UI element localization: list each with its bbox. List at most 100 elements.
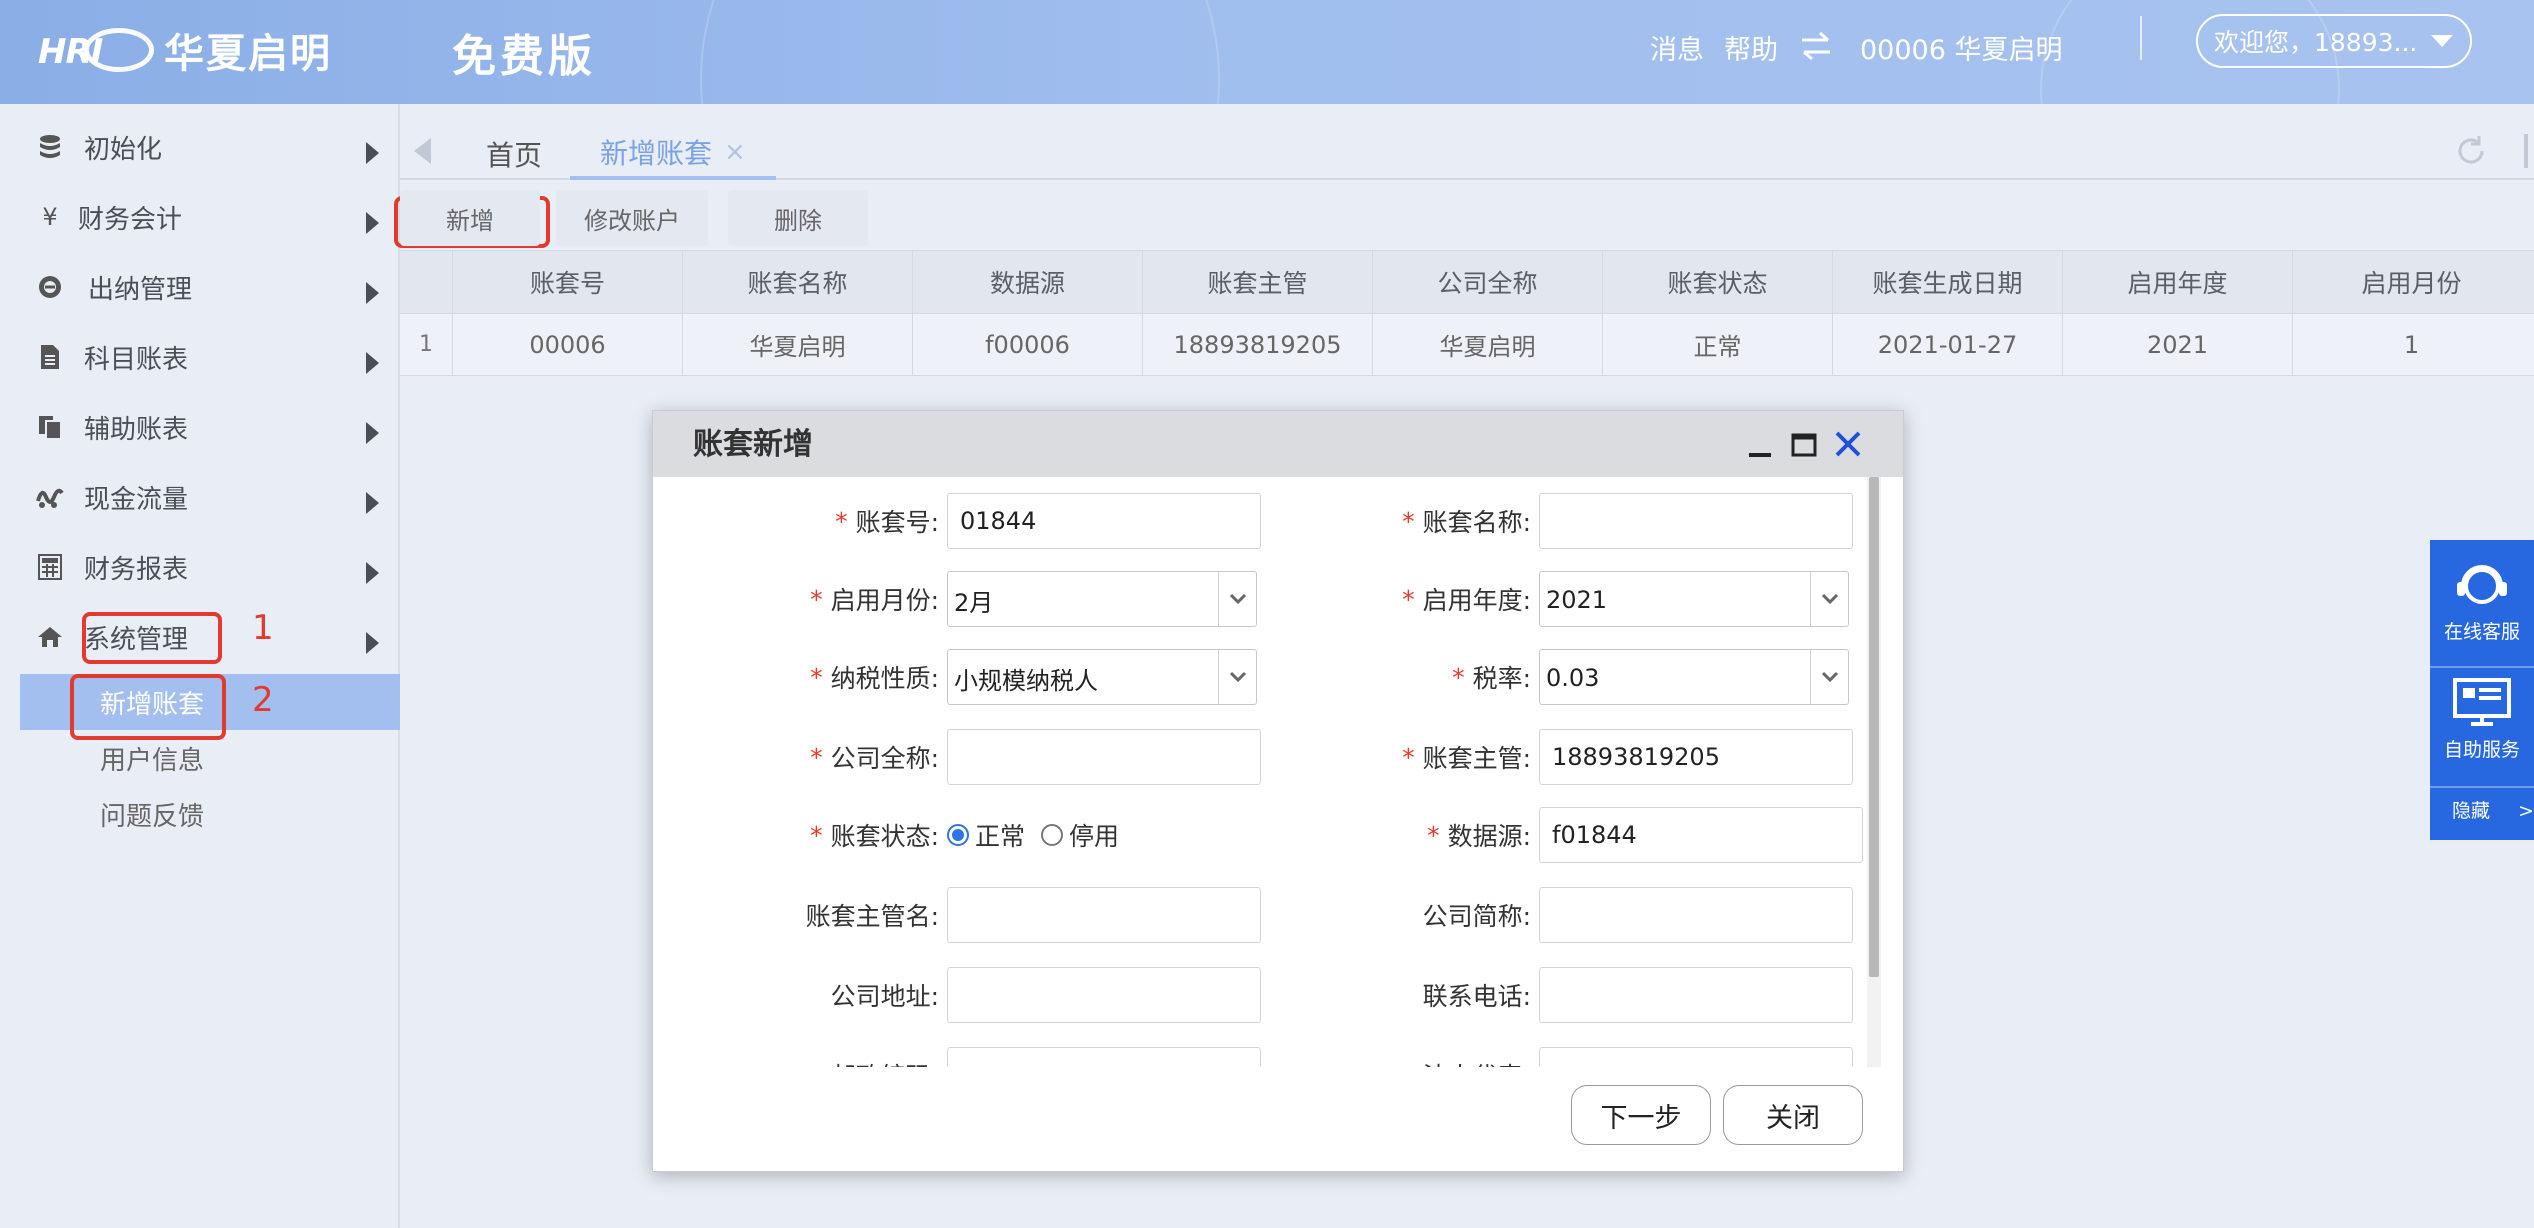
user-greeting: 欢迎您，18893... — [2214, 28, 2418, 57]
table-cell[interactable]: 00006 — [452, 314, 682, 375]
dialog-scrollbar[interactable] — [1867, 477, 1881, 1067]
annotation-box — [82, 612, 222, 664]
chevron-down-icon[interactable] — [1218, 650, 1256, 704]
table-cell[interactable]: 华夏启明 — [1372, 314, 1602, 375]
legal-rep-input[interactable] — [1539, 1047, 1853, 1067]
sidebar-item-label: 财务报表 — [84, 554, 189, 585]
tax-rate-select[interactable]: 0.03 — [1539, 649, 1849, 705]
sidebar-item-accounting[interactable]: ¥ 财务会计 — [0, 186, 400, 248]
sidebar-item-subject-reports[interactable]: 科目账表 — [0, 326, 400, 388]
tab-label: 首页 — [486, 139, 543, 172]
sidebar-item-cashflow[interactable]: 现金流量 — [0, 466, 400, 528]
delete-button-label: 删除 — [774, 206, 822, 235]
table-cell[interactable]: 1 — [2292, 314, 2530, 375]
sidebar-item-financial-reports[interactable]: 财务报表 — [0, 536, 400, 598]
add-button[interactable]: 新增 — [400, 190, 540, 246]
radio-label[interactable]: 正常 — [975, 817, 1025, 853]
chevron-down-icon[interactable] — [1218, 572, 1256, 626]
account-name-input[interactable] — [1539, 493, 1853, 549]
supervisor-name-input[interactable] — [947, 887, 1261, 943]
hide-panel-button[interactable]: 隐藏 > — [2430, 796, 2534, 823]
chevron-down-icon[interactable] — [1810, 572, 1848, 626]
next-step-button[interactable]: 下一步 — [1571, 1085, 1711, 1145]
new-account-dialog: 账套新增 * 账套号: 01844 * 账套名称: * 启用月份: 2月 * 启用年度:… — [652, 410, 1904, 1172]
current-account[interactable]: 00006 华夏启明 — [1860, 28, 2062, 67]
company-full-name-input[interactable] — [947, 729, 1261, 785]
supervisor-input[interactable]: 18893819205 — [1539, 729, 1853, 785]
column-header[interactable]: 公司全称 — [1372, 251, 1602, 313]
refresh-icon[interactable] — [2454, 134, 2488, 168]
tab-home[interactable]: 首页 — [486, 128, 542, 180]
table-cell[interactable]: 2021 — [2062, 314, 2292, 375]
sidebar-subitem-feedback[interactable]: 问题反馈 — [20, 786, 400, 842]
column-header[interactable]: 账套状态 — [1602, 251, 1832, 313]
column-header[interactable]: 账套主管 — [1142, 251, 1372, 313]
minimize-icon[interactable] — [1743, 427, 1777, 461]
table-cell[interactable]: 18893819205 — [1142, 314, 1372, 375]
sidebar-subitem-label: 用户信息 — [100, 745, 205, 776]
user-menu[interactable]: 欢迎您，18893... — [2196, 14, 2472, 68]
field-label: 联系电话: — [1422, 982, 1531, 1011]
service-panel: 在线客服 自助服务 隐藏 > — [2430, 540, 2534, 840]
table-cell[interactable]: 华夏启明 — [682, 314, 912, 375]
maximize-icon[interactable] — [1787, 427, 1821, 461]
status-normal-radio[interactable] — [947, 824, 969, 846]
add-button-label: 新增 — [446, 206, 494, 235]
chevron-right-icon — [366, 562, 379, 584]
swap-icon[interactable] — [1798, 28, 1834, 64]
start-year-select[interactable]: 2021 — [1539, 571, 1849, 627]
app-logo[interactable]: HRI 华夏启明 — [38, 18, 332, 82]
radio-label[interactable]: 停用 — [1069, 817, 1119, 853]
column-header[interactable]: 启用年度 — [2062, 251, 2292, 313]
next-step-button-label: 下一步 — [1600, 1102, 1682, 1134]
column-header[interactable]: 账套生成日期 — [1832, 251, 2062, 313]
field-label: * 启用月份: — [810, 584, 939, 616]
yen-icon: ¥ — [42, 203, 58, 231]
chevron-right-icon: > — [2518, 800, 2534, 822]
company-short-name-input[interactable] — [1539, 887, 1853, 943]
table-cell[interactable]: 2021-01-27 — [1832, 314, 2062, 375]
tab-new-account[interactable]: 新增账套 × — [570, 128, 776, 180]
close-button-label: 关闭 — [1766, 1102, 1820, 1134]
dialog-titlebar[interactable]: 账套新增 — [653, 411, 1903, 477]
close-button[interactable]: 关闭 — [1723, 1085, 1863, 1145]
phone-input[interactable] — [1539, 967, 1853, 1023]
start-month-select[interactable]: 2月 — [947, 571, 1257, 627]
flow-icon — [36, 483, 64, 511]
header-divider — [2140, 16, 2142, 60]
tab-scroll-left-icon[interactable] — [414, 138, 431, 164]
column-header[interactable]: 账套名称 — [682, 251, 912, 313]
scrollbar-thumb[interactable] — [1869, 477, 1879, 977]
tab-bar: 首页 新增账套 × — [400, 120, 2534, 180]
column-header[interactable]: 账套号 — [452, 251, 682, 313]
headset-icon — [2457, 565, 2507, 604]
sidebar-item-init[interactable]: 初始化 — [0, 116, 400, 178]
close-icon[interactable]: × — [724, 137, 746, 167]
account-no-input[interactable]: 01844 — [947, 493, 1261, 549]
table-row[interactable]: 1 00006 华夏启明 f00006 18893819205 华夏启明 正常 … — [400, 314, 2534, 376]
tax-type-select[interactable]: 小规模纳税人 — [947, 649, 1257, 705]
column-header[interactable]: 数据源 — [912, 251, 1142, 313]
home-icon — [36, 623, 64, 651]
postcode-input[interactable] — [947, 1047, 1261, 1067]
company-address-input[interactable] — [947, 967, 1261, 1023]
chevron-down-icon[interactable] — [1810, 650, 1848, 704]
column-header[interactable]: 启用月份 — [2292, 251, 2530, 313]
table-cell[interactable]: 正常 — [1602, 314, 1832, 375]
datasource-input[interactable]: f01844 — [1539, 807, 1863, 863]
messages-link[interactable]: 消息 — [1650, 28, 1704, 67]
close-icon[interactable] — [1831, 427, 1865, 461]
field-label: * 账套号: — [835, 506, 939, 538]
help-link[interactable]: 帮助 — [1724, 28, 1778, 67]
status-disabled-radio[interactable] — [1041, 824, 1064, 846]
edit-account-button[interactable]: 修改账户 — [556, 190, 708, 246]
tab-scroll-right-icon[interactable] — [2524, 134, 2534, 168]
delete-button[interactable]: 删除 — [728, 190, 868, 246]
select-value: 2月 — [954, 588, 994, 617]
self-service-button[interactable]: 自助服务 — [2430, 676, 2534, 762]
logo-mark-text: HRI — [38, 32, 103, 72]
sidebar-item-aux-reports[interactable]: 辅助账表 — [0, 396, 400, 458]
table-cell[interactable]: f00006 — [912, 314, 1142, 375]
sidebar-item-cashier[interactable]: 出纳管理 — [0, 256, 400, 318]
online-service-button[interactable]: 在线客服 — [2430, 560, 2534, 644]
